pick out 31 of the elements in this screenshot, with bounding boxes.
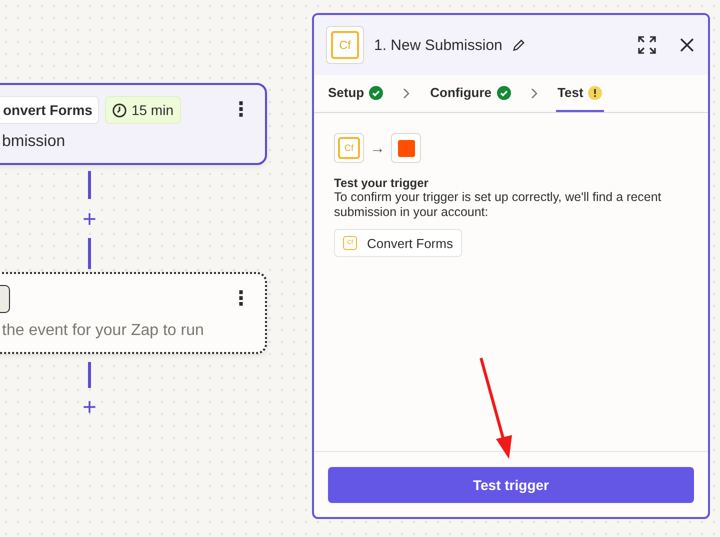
- trigger-step-card[interactable]: onvert Forms 15 min ⋮ bmission: [0, 83, 267, 165]
- add-step-button[interactable]: +: [79, 396, 100, 417]
- section-heading: Test your trigger: [334, 176, 430, 190]
- panel-title: 1. New Submission: [374, 36, 502, 54]
- more-menu-icon[interactable]: ⋮: [231, 100, 251, 120]
- time-text: 15 min: [131, 102, 174, 118]
- more-menu-icon[interactable]: ⋮: [231, 289, 251, 309]
- step-tab[interactable]: Configure: [428, 75, 513, 112]
- app-icon: Cf: [334, 133, 364, 163]
- pencil-icon[interactable]: [512, 38, 526, 52]
- app-icon: Cf: [326, 26, 364, 64]
- step-tab[interactable]: Test: [556, 75, 604, 112]
- test-trigger-button[interactable]: Test trigger: [328, 467, 694, 503]
- app-badge: onvert Forms: [0, 96, 100, 124]
- app-icon: [391, 133, 421, 163]
- clock-icon: [112, 102, 128, 118]
- expand-icon[interactable]: [636, 34, 658, 56]
- account-label: Convert Forms: [367, 236, 453, 250]
- chevron-icon: [530, 88, 538, 99]
- check-icon: [369, 86, 384, 100]
- description-text: To confirm your trigger is set up correctly, we'll find a recent submission in your account:: [334, 190, 662, 220]
- step-description: the event for your Zap to run: [2, 321, 205, 341]
- step-tab[interactable]: Setup: [326, 75, 386, 112]
- check-icon: [496, 86, 511, 100]
- close-icon[interactable]: [678, 36, 696, 54]
- chevron-icon: [403, 88, 410, 99]
- arrow-icon: →: [370, 140, 385, 156]
- warning-icon: [588, 86, 602, 100]
- action-step-card[interactable]: ⋮ the event for your Zap to run: [0, 272, 267, 354]
- step-title: bmission: [2, 132, 66, 152]
- add-step-button[interactable]: +: [79, 208, 100, 229]
